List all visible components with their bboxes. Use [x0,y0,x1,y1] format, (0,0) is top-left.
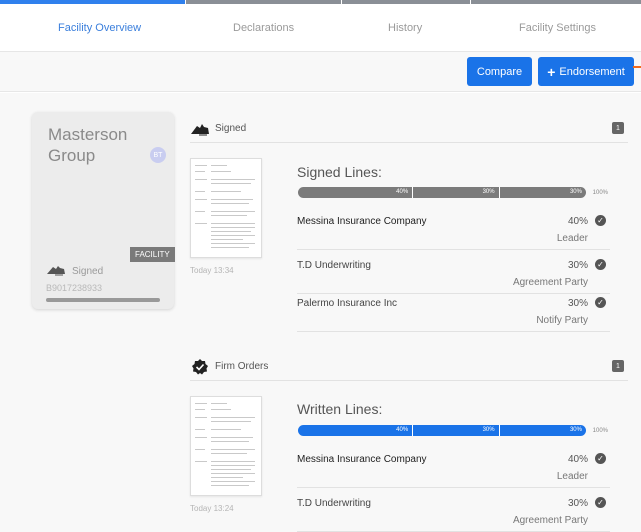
company-name: Messina Insurance Company [297,216,427,227]
tab-indicator-lines [0,0,641,4]
document-timestamp: Today 13:24 [190,504,234,513]
company-name: Palermo Insurance Inc [297,298,398,309]
tab-indicator [342,0,470,4]
tab-facility-settings[interactable]: Facility Settings [519,22,596,34]
document-thumbnail[interactable] [190,158,262,258]
total-percent: 100% [592,189,608,196]
tab-bar: Facility Overview Declarations History F… [0,0,641,52]
share-segment: 30% [413,425,500,436]
tab-indicator [186,0,341,4]
signing-hand-icon [190,119,210,139]
status-label: Signed [72,266,104,277]
signed-lines-title: Signed Lines: [297,164,382,180]
verified-badge-icon [190,357,210,377]
party-role: Leader [556,471,588,482]
add-endorsement-button[interactable]: + Endorsement [538,57,634,86]
check-icon: ✓ [595,453,606,464]
endorsement-label: Endorsement [559,65,625,78]
section-title: Firm Orders [215,361,269,372]
facility-status: Signed [46,264,103,279]
firm-orders-section-header: Firm Orders 1 [190,353,628,381]
share-percent: 30% [567,298,588,309]
facility-name: Masterson Group [48,125,128,165]
facility-card[interactable]: Masterson Group BT FACILITY Signed B9017… [32,112,175,309]
count-badge: 1 [612,360,624,372]
party-role: Agreement Party [512,277,588,288]
company-name: Messina Insurance Company [297,454,427,465]
tab-declarations[interactable]: Declarations [233,22,294,34]
company-name: T.D Underwriting [297,498,371,509]
written-lines-title: Written Lines: [297,401,383,417]
tab-indicator [471,0,641,4]
count-badge: 1 [612,122,624,134]
written-lines-bar: 40% 30% 30% 100% [298,425,608,436]
toolbar: Compare + Endorsement [0,52,641,92]
share-segment: 30% [413,187,500,198]
share-segment: 40% [298,425,414,436]
total-percent: 100% [592,427,608,434]
list-item[interactable]: Messina Insurance Company 40% ✓ Leader [297,444,610,488]
facility-tag: FACILITY [130,247,175,262]
check-icon: ✓ [595,215,606,226]
check-icon: ✓ [595,497,606,508]
share-percent: 30% [567,498,588,509]
party-role: Agreement Party [512,515,588,526]
section-title: Signed [215,123,247,134]
avatar: BT [150,147,166,163]
share-percent: 40% [567,216,588,227]
check-icon: ✓ [595,259,606,270]
progress-track: 40% 30% 30% [298,425,586,436]
tab-indicator-active [0,0,185,4]
share-segment: 40% [298,187,414,198]
document-thumbnail[interactable] [190,396,262,496]
signing-hand-icon [46,264,66,279]
party-role: Notify Party [536,315,588,326]
orange-marker [633,66,641,68]
signed-section-header: Signed 1 [190,115,628,143]
tab-facility-overview[interactable]: Facility Overview [58,22,141,34]
facility-reference: B9017238933 [46,283,103,293]
check-icon: ✓ [595,297,606,308]
company-name: T.D Underwriting [297,260,371,271]
plus-icon: + [547,63,556,80]
progress-track: 40% 30% 30% [298,187,586,198]
share-percent: 30% [567,260,588,271]
share-percent: 40% [567,454,588,465]
signed-lines-bar: 40% 30% 30% 100% [298,187,608,198]
list-item[interactable]: Palermo Insurance Inc 30% ✓ Notify Party [297,288,610,332]
list-item[interactable]: Messina Insurance Company 40% ✓ Leader [297,206,610,250]
document-timestamp: Today 13:34 [190,266,234,275]
share-segment: 30% [499,425,586,436]
list-item[interactable]: T.D Underwriting 30% ✓ Agreement Party [297,488,610,532]
tab-history[interactable]: History [388,22,422,34]
share-segment: 30% [499,187,586,198]
compare-button[interactable]: Compare [467,57,532,86]
party-role: Leader [556,233,588,244]
facility-progress-bar [46,298,160,302]
